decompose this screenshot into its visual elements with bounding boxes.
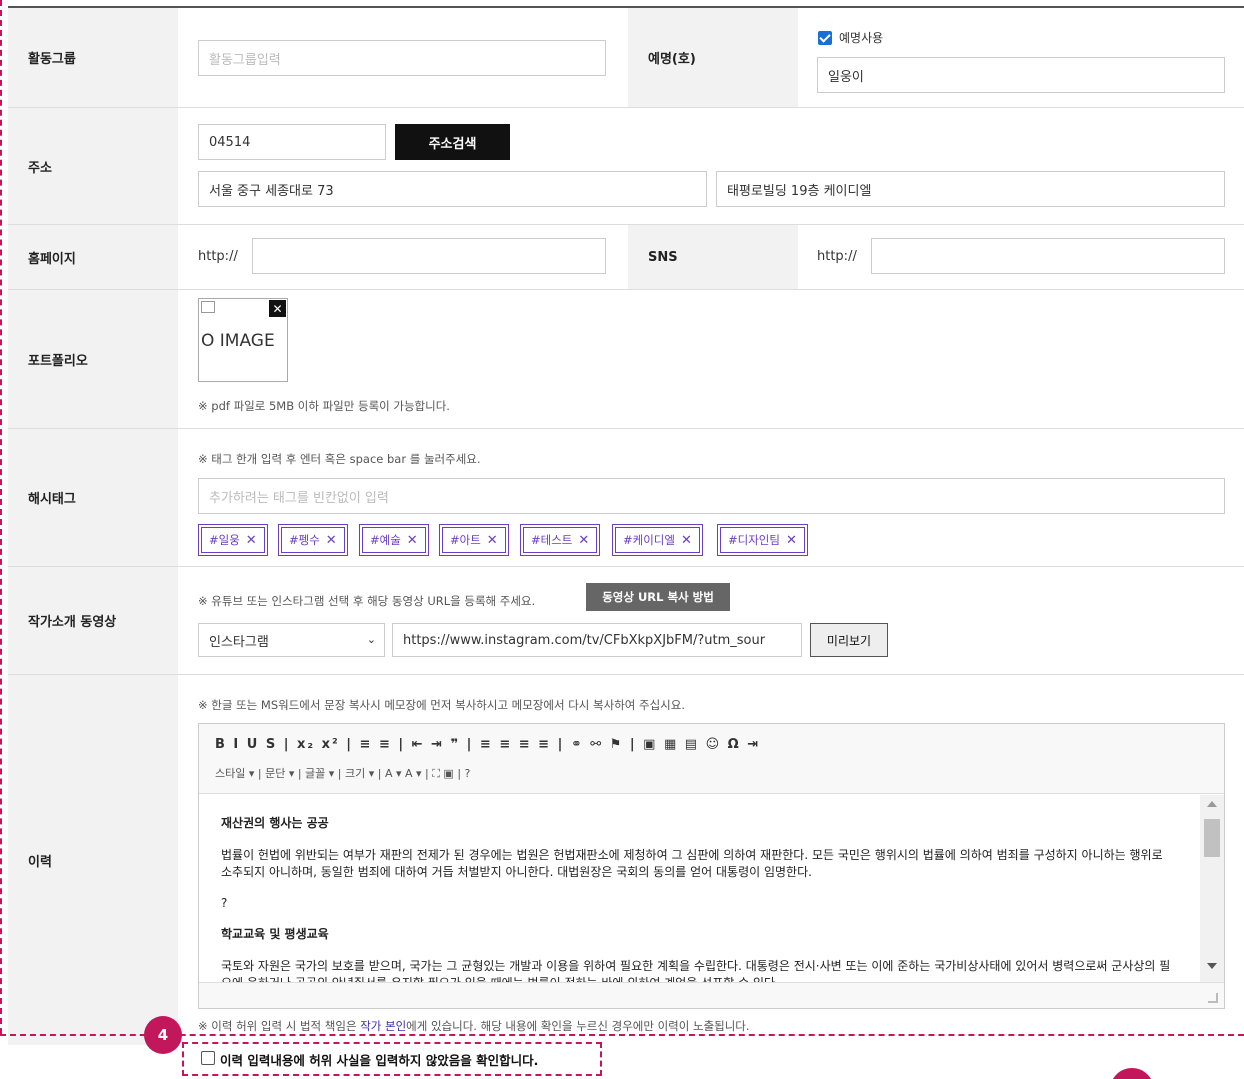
homepage-input[interactable] — [252, 238, 606, 274]
address-search-button[interactable]: 주소검색 — [395, 124, 510, 160]
portfolio-label: 포트폴리오 — [8, 290, 178, 428]
hashtag-chip-label: #일웅 — [209, 533, 240, 547]
hashtag-chip[interactable]: #일웅 ✕ — [198, 524, 268, 556]
scrollbar-thumb[interactable] — [1204, 819, 1220, 857]
portfolio-note: ※ pdf 파일로 5MB 이하 파일만 등록이 가능합니다. — [198, 399, 450, 413]
broken-image-icon — [201, 301, 215, 313]
remove-tag-icon[interactable]: ✕ — [326, 533, 337, 548]
zipcode-input[interactable]: 04514 — [198, 124, 386, 160]
remove-tag-icon[interactable]: ✕ — [786, 533, 797, 548]
editor-paragraph-2: 국토와 자원은 국가의 보호를 받으며, 국가는 그 균형있는 개발과 이용을 … — [221, 959, 1171, 983]
editor-heading-1: 재산권의 행사는 공공 — [221, 816, 329, 830]
hashtag-chip-label: #디자인팀 — [728, 533, 780, 547]
hashtag-chip-label: #케이디엘 — [623, 533, 675, 547]
hashtag-chip[interactable]: #케이디엘 ✕ — [612, 524, 703, 556]
pseudonym-label: 예명(호) — [628, 8, 798, 107]
address2-input[interactable]: 태평로빌딩 19층 케이디엘 — [716, 171, 1225, 207]
pseudonym-checkbox-label: 예명사용 — [839, 31, 884, 45]
rich-text-editor[interactable]: B I U S | x₂ x² | ≡ ≡ | ⇤ ⇥ ❞ | ≡ ≡ ≡ ≡ … — [198, 723, 1225, 1009]
homepage-row: 홈페이지 http:// SNS http:// — [8, 225, 1244, 290]
hashtag-chip-label: #예술 — [370, 533, 401, 547]
career-warning: ※ 이력 허위 입력 시 법적 책임은 작가 본인에게 있습니다. 해당 내용에… — [198, 1018, 750, 1034]
remove-tag-icon[interactable]: ✕ — [487, 533, 498, 548]
highlight-dashed-bottom — [0, 1034, 1244, 1036]
career-warning-prefix: ※ 이력 허위 입력 시 법적 책임은 — [198, 1019, 361, 1033]
remove-tag-icon[interactable]: ✕ — [578, 533, 589, 548]
career-warning-suffix: 에게 있습니다. 해당 내용에 확인을 누르신 경우에만 이력이 노출됩니다. — [406, 1019, 750, 1033]
editor-toolbar: B I U S | x₂ x² | ≡ ≡ | ⇤ ⇥ ❞ | ≡ ≡ ≡ ≡ … — [199, 724, 1224, 794]
platform-select-value: 인스타그램 — [209, 634, 269, 650]
remove-tag-icon[interactable]: ✕ — [681, 533, 692, 548]
portfolio-thumbnail[interactable]: O IMAGE ✕ — [198, 298, 288, 382]
editor-footer — [199, 982, 1224, 1008]
hashtag-chip[interactable]: #아트 ✕ — [439, 524, 509, 556]
editor-heading-2: 학교교육 및 평생교육 — [221, 927, 329, 941]
hashtag-chip-label: #아트 — [450, 533, 481, 547]
hashtag-note: ※ 태그 한개 입력 후 엔터 혹은 space bar 를 눌러주세요. — [198, 452, 481, 466]
step-badge-next — [1110, 1068, 1154, 1079]
step-badge: 4 — [144, 1016, 182, 1054]
scroll-down-icon[interactable] — [1207, 963, 1217, 969]
chevron-down-icon: ⌄ — [366, 633, 376, 646]
address-row: 주소 04514 주소검색 서울 중구 세종대로 73 태평로빌딩 19층 케이… — [8, 108, 1244, 225]
hashtag-chip[interactable]: #펭수 ✕ — [278, 524, 348, 556]
hashtag-input[interactable]: 추가하려는 태그를 빈칸없이 입력 — [198, 478, 1225, 514]
address1-input[interactable]: 서울 중구 세종대로 73 — [198, 171, 707, 207]
video-help-button[interactable]: 동영상 URL 복사 방법 — [586, 583, 730, 611]
hashtag-chip-label: #펭수 — [289, 533, 320, 547]
video-row: 작가소개 동영상 ※ 유튜브 또는 인스타그램 선택 후 해당 동영상 URL을… — [8, 567, 1244, 675]
editor-content[interactable]: 재산권의 행사는 공공 법률이 헌법에 위반되는 여부가 재판의 전제가 된 경… — [199, 795, 1199, 983]
homepage-label: 홈페이지 — [8, 225, 178, 289]
address-label: 주소 — [8, 108, 178, 224]
editor-paragraph-1: 법률이 헌법에 위반되는 여부가 재판의 전제가 된 경우에는 법원은 헌법재판… — [221, 848, 1163, 879]
hashtag-chip[interactable]: #테스트 ✕ — [519, 524, 601, 556]
sns-prefix: http:// — [817, 249, 857, 264]
editor-toolbar-style-row[interactable]: 스타일 ▾ | 문단 ▾ | 글꼴 ▾ | 크기 ▾ | A ▾ A ▾ | ⛶… — [215, 765, 470, 781]
career-warning-highlight: 작가 본인 — [360, 1019, 407, 1033]
career-note: ※ 한글 또는 MS워드에서 문장 복사시 메모장에 먼저 복사하시고 메모장에… — [198, 698, 685, 712]
activity-label: 활동그룹 — [8, 8, 178, 107]
sns-label: SNS — [628, 225, 798, 289]
remove-tag-icon[interactable]: ✕ — [407, 533, 418, 548]
confirm-label[interactable]: 이력 입력내용에 허위 사실을 입력하지 않았음을 확인합니다. — [220, 1050, 538, 1069]
activity-input[interactable]: 활동그룹입력 — [198, 40, 606, 76]
hashtag-label: 해시태그 — [8, 429, 178, 566]
activity-row: 활동그룹 활동그룹입력 예명(호) 예명사용 일웅이 — [8, 8, 1244, 108]
remove-portfolio-icon[interactable]: ✕ — [269, 300, 286, 317]
pseudonym-input[interactable]: 일웅이 — [817, 57, 1225, 93]
hashtag-chip-label: #테스트 — [531, 533, 573, 547]
highlight-dashed-left — [0, 0, 2, 1034]
hashtag-chip[interactable]: #예술 ✕ — [359, 524, 429, 556]
preview-button[interactable]: 미리보기 — [810, 623, 888, 657]
hashtag-chip[interactable]: #디자인팀 ✕ — [717, 524, 808, 556]
resize-handle-icon[interactable] — [1208, 993, 1218, 1003]
scroll-up-icon[interactable] — [1207, 801, 1217, 807]
editor-question: ? — [221, 896, 228, 910]
video-label: 작가소개 동영상 — [8, 567, 178, 674]
homepage-prefix: http:// — [198, 249, 238, 264]
pseudonym-checkbox[interactable] — [818, 31, 832, 45]
video-note: ※ 유튜브 또는 인스타그램 선택 후 해당 동영상 URL을 등록해 주세요. — [198, 594, 536, 608]
confirm-checkbox[interactable] — [201, 1051, 215, 1065]
portfolio-row: 포트폴리오 O IMAGE ✕ ※ pdf 파일로 5MB 이하 파일만 등록이… — [8, 290, 1244, 429]
editor-scrollbar[interactable] — [1200, 795, 1224, 983]
sns-input[interactable] — [871, 238, 1225, 274]
portfolio-image-alt: O IMAGE — [201, 331, 275, 351]
platform-select[interactable]: 인스타그램 ⌄ — [198, 623, 385, 657]
remove-tag-icon[interactable]: ✕ — [246, 533, 257, 548]
editor-toolbar-format-row[interactable]: B I U S | x₂ x² | ≡ ≡ | ⇤ ⇥ ❞ | ≡ ≡ ≡ ≡ … — [215, 737, 760, 752]
video-url-input[interactable]: https://www.instagram.com/tv/CFbXkpXJbFM… — [392, 623, 802, 657]
career-label: 이력 — [8, 675, 178, 1045]
